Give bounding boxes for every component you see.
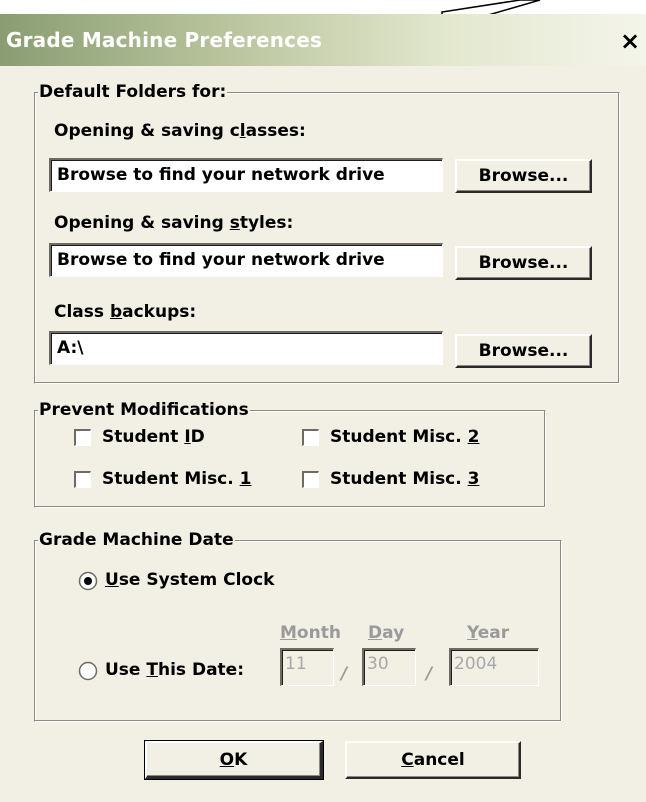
backups-folder-field[interactable]: A:\	[49, 331, 443, 365]
student-misc-1-checkbox[interactable]	[74, 471, 91, 488]
system-clock-radio[interactable]	[78, 571, 98, 591]
prevent-modifications-group	[34, 410, 546, 508]
year-column-label: Year	[467, 623, 510, 643]
student-misc-2-label[interactable]: Student Misc. 2	[330, 427, 479, 447]
classes-folder-field[interactable]: Browse to find your network drive	[49, 158, 443, 192]
default-folders-legend: Default Folders for:	[38, 82, 228, 102]
prevent-modifications-legend: Prevent Modifications	[38, 400, 250, 420]
styles-folder-field[interactable]: Browse to find your network drive	[49, 243, 443, 277]
student-id-checkbox[interactable]	[74, 429, 91, 446]
month-field[interactable]: 11	[280, 648, 334, 686]
dialog-body: Default Folders for: Opening & saving cl…	[0, 66, 646, 802]
day-year-separator: /	[426, 664, 433, 684]
year-field[interactable]: 2004	[449, 648, 539, 686]
month-day-separator: /	[341, 664, 348, 684]
close-button[interactable]: ×	[618, 28, 642, 54]
backups-browse-button[interactable]: Browse...	[455, 334, 592, 368]
month-column-label: Month	[280, 623, 341, 643]
student-misc-3-label[interactable]: Student Misc. 3	[330, 469, 479, 489]
backups-label: Class backups:	[54, 302, 197, 322]
student-misc-1-label[interactable]: Student Misc. 1	[102, 469, 251, 489]
student-misc-3-checkbox[interactable]	[302, 471, 319, 488]
student-id-label[interactable]: Student ID	[102, 427, 205, 447]
grade-machine-date-legend: Grade Machine Date	[38, 530, 235, 550]
day-field[interactable]: 30	[362, 648, 416, 686]
ok-button[interactable]: OK	[144, 740, 324, 780]
cancel-button[interactable]: Cancel	[345, 741, 521, 779]
window-title: Grade Machine Preferences	[6, 28, 323, 52]
system-clock-label[interactable]: Use System Clock	[105, 570, 274, 590]
this-date-radio[interactable]	[78, 661, 98, 681]
styles-browse-button[interactable]: Browse...	[455, 246, 592, 280]
this-date-label[interactable]: Use This Date:	[105, 660, 244, 680]
classes-browse-button[interactable]: Browse...	[455, 159, 592, 193]
title-bar[interactable]: Grade Machine Preferences ×	[0, 14, 646, 66]
classes-label: Opening & saving classes:	[54, 121, 306, 141]
day-column-label: Day	[368, 623, 405, 643]
student-misc-2-checkbox[interactable]	[302, 429, 319, 446]
styles-label: Opening & saving styles:	[54, 213, 294, 233]
